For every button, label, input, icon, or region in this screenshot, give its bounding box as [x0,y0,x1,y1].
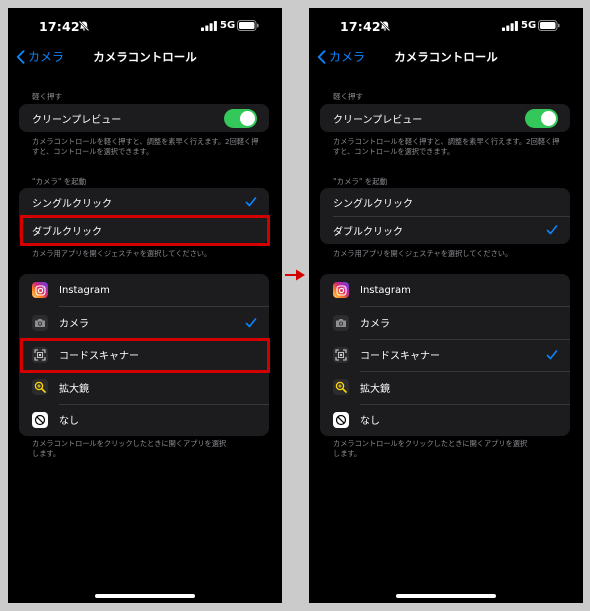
home-indicator [95,594,195,598]
clean-preview-toggle[interactable] [525,109,558,128]
instagram-icon [32,282,48,299]
none-icon [333,411,349,428]
light-press-group: クリーンプレビュー [320,104,570,132]
app-label-camera: カメラ [59,319,89,331]
screenshot-before: 17:42 5G カメラ カメラコントロール 軽く押す クリーンプレビュー カメ… [8,8,282,603]
app-label-code-scanner: コードスキャナー [59,351,139,363]
app-option-code-scanner[interactable]: コードスキャナー [320,338,570,371]
app-option-magnifier[interactable]: 拡大鏡 [320,371,570,403]
app-option-code-scanner[interactable]: コードスキャナー [19,338,269,371]
cellular-signal-icon [502,21,518,31]
launch-footnote: カメラ用アプリを開くジェスチャを選択してください。 [333,249,513,258]
light-press-group: クリーンプレビュー [19,104,269,132]
bell-mute-icon [78,20,90,32]
status-bar: 17:42 5G [8,8,282,44]
single-click-label: シングルクリック [32,198,112,210]
light-press-footnote: カメラコントロールを軽く押すと、調整を素早く行えます。2回軽く押すと、コントロー… [333,137,560,156]
app-label-magnifier: 拡大鏡 [360,383,390,395]
section-label-light-press: 軽く押す [32,92,62,101]
battery-icon [538,20,560,31]
page-title: カメラコントロール [93,50,197,64]
apps-footnote: カメラコントロールをクリックしたときに開くアプリを選択します。 [333,439,528,458]
section-label-light-press: 軽く押す [333,92,363,101]
app-option-camera[interactable]: カメラ [19,306,269,338]
network-type: 5G [521,20,537,31]
app-label-camera: カメラ [360,319,390,331]
clean-preview-row: クリーンプレビュー [19,104,269,132]
launch-group: シングルクリック ダブルクリック [320,188,570,244]
home-indicator [396,594,496,598]
battery-icon [237,20,259,31]
status-time: 17:42 [340,19,381,34]
double-click-option[interactable]: ダブルクリック [19,216,269,244]
checkmark-icon [546,225,558,235]
navigation-bar: カメラ カメラコントロール [309,46,583,68]
none-icon [32,411,48,428]
app-list-group: Instagram カメラ コードスキャナー 拡大鏡 なし [320,274,570,436]
apps-footnote: カメラコントロールをクリックしたときに開くアプリを選択します。 [32,439,227,458]
app-label-magnifier: 拡大鏡 [59,383,89,395]
app-list-group: Instagram カメラ コードスキャナー 拡大鏡 なし [19,274,269,436]
magnifier-icon [32,379,48,396]
section-label-launch: "カメラ" を起動 [333,177,388,186]
navigation-bar: カメラ カメラコントロール [8,46,282,68]
app-option-none[interactable]: なし [19,403,269,436]
camera-icon [333,314,349,331]
clean-preview-toggle[interactable] [224,109,257,128]
launch-group: シングルクリック ダブルクリック [19,188,269,244]
network-type: 5G [220,20,236,31]
section-label-launch: "カメラ" を起動 [32,177,87,186]
light-press-footnote: カメラコントロールを軽く押すと、調整を素早く行えます。2回軽く押すと、コントロー… [32,137,259,156]
arrow-right-icon [285,269,305,281]
app-option-instagram[interactable]: Instagram [320,274,570,306]
app-label-none: なし [360,416,380,428]
app-option-camera[interactable]: カメラ [320,306,570,338]
instagram-icon [333,282,349,299]
double-click-option[interactable]: ダブルクリック [320,216,570,244]
status-bar: 17:42 5G [309,8,583,44]
single-click-option[interactable]: シングルクリック [320,188,570,216]
app-option-none[interactable]: なし [320,403,570,436]
app-label-code-scanner: コードスキャナー [360,351,440,363]
single-click-label: シングルクリック [333,198,413,210]
app-label-none: なし [59,416,79,428]
app-label-instagram: Instagram [59,284,110,296]
magnifier-icon [333,379,349,396]
status-time: 17:42 [39,19,80,34]
camera-icon [32,314,48,331]
code-scanner-icon [32,346,48,363]
bell-mute-icon [379,20,391,32]
launch-footnote: カメラ用アプリを開くジェスチャを選択してください。 [32,249,212,258]
app-option-instagram[interactable]: Instagram [19,274,269,306]
double-click-label: ダブルクリック [333,226,403,238]
clean-preview-row: クリーンプレビュー [320,104,570,132]
checkmark-icon [245,197,257,207]
clean-preview-label: クリーンプレビュー [333,114,423,126]
single-click-option[interactable]: シングルクリック [19,188,269,216]
page-title: カメラコントロール [394,50,498,64]
code-scanner-icon [333,346,349,363]
app-option-magnifier[interactable]: 拡大鏡 [19,371,269,403]
screenshot-after: 17:42 5G カメラ カメラコントロール 軽く押す クリーンプレビュー カメ… [309,8,583,603]
app-label-instagram: Instagram [360,284,411,296]
clean-preview-label: クリーンプレビュー [32,114,122,126]
double-click-label: ダブルクリック [32,226,102,238]
checkmark-icon [245,317,257,327]
checkmark-icon [546,350,558,360]
cellular-signal-icon [201,21,217,31]
